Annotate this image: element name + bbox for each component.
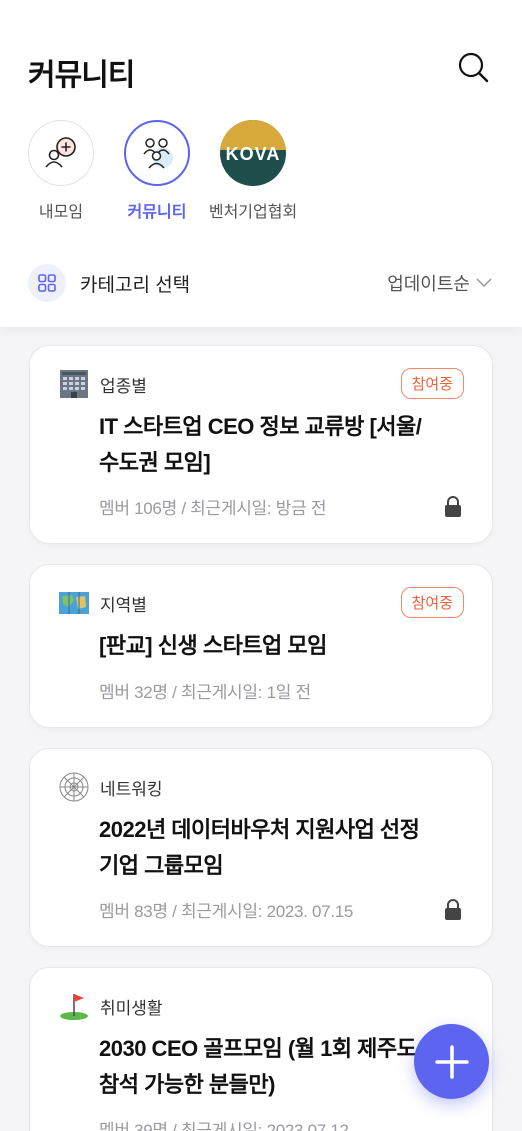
grid-icon <box>38 274 56 292</box>
status-badge: 참여중 <box>400 368 464 399</box>
tab-my-groups[interactable]: 내모임 <box>28 120 94 222</box>
card-title: 2030 CEO 골프모임 (월 1회 제주도 참석 가능한 분들만) <box>99 1036 417 1097</box>
add-community-button[interactable] <box>414 1024 489 1099</box>
card-meta: 멤버 106명 / 최근게시일: 방금 전 <box>99 499 327 518</box>
tab-community[interactable]: 커뮤니티 <box>124 120 190 222</box>
page-title: 커뮤니티 <box>28 59 135 92</box>
sort-dropdown[interactable]: 업데이트순 <box>387 270 492 296</box>
office-building-icon <box>60 370 88 398</box>
category-select-label: 카테고리 선택 <box>80 274 191 296</box>
lock-icon <box>445 899 461 920</box>
card-category: 네트워킹 <box>100 779 163 799</box>
card-meta: 멤버 83명 / 최근게시일: 2023. 07.15 <box>99 902 354 921</box>
card-title: IT 스타트업 CEO 정보 교류방 [서울/ 수도권 모임] <box>99 414 422 475</box>
category-select-button[interactable]: 카테고리 선택 <box>28 264 190 302</box>
card-meta: 멤버 32명 / 최근게시일: 1일 전 <box>99 683 311 702</box>
community-card[interactable]: 지역별 참여중 [판교] 신생 스타트업 모임 멤버 32명 / 최근게시일: … <box>29 564 493 728</box>
card-category: 업종별 <box>100 376 147 396</box>
category-tabs: 내모임 커뮤니티 KOVA 벤처기업협회 <box>28 120 297 222</box>
status-badge: 참여중 <box>400 587 464 618</box>
tab-community-label: 커뮤니티 <box>127 204 187 221</box>
golf-flag-icon <box>60 994 88 1020</box>
community-card[interactable]: 업종별 참여중 IT 스타트업 CEO 정보 교류방 [서울/ 수도권 모임] … <box>29 345 493 544</box>
card-title: 2022년 데이터바우처 지원사업 선정 기업 그룹모임 <box>99 817 420 878</box>
plus-icon <box>434 1044 469 1079</box>
card-category: 취미생활 <box>100 998 163 1018</box>
people-group-icon <box>143 138 173 169</box>
spider-web-icon <box>59 772 89 802</box>
card-meta: 멤버 39명 / 최근게시일: 2023.07.12 <box>99 1121 349 1131</box>
card-title: [판교] 신생 스타트업 모임 <box>99 633 327 658</box>
sort-label: 업데이트순 <box>387 274 470 294</box>
tab-kova[interactable]: KOVA 벤처기업협회 <box>209 120 297 222</box>
kova-logo-text: KOVA <box>225 144 281 164</box>
top-section: 커뮤니티 내모임 커뮤니티 KOVA 벤처기업협회 카테고리 선택 업데이트순 <box>0 0 522 327</box>
search-icon <box>458 52 489 83</box>
tab-kova-label: 벤처기업협회 <box>208 204 298 221</box>
community-list: 업종별 참여중 IT 스타트업 CEO 정보 교류방 [서울/ 수도권 모임] … <box>29 345 493 1131</box>
filter-bar: 카테고리 선택 업데이트순 <box>28 264 492 302</box>
community-card[interactable]: 네트워킹 2022년 데이터바우처 지원사업 선정 기업 그룹모임 멤버 83명… <box>29 748 493 947</box>
tab-my-groups-label: 내모임 <box>38 204 84 221</box>
chevron-down-icon <box>476 278 492 288</box>
map-icon <box>59 592 89 614</box>
card-category: 지역별 <box>100 595 147 615</box>
lock-icon <box>445 496 461 517</box>
chat-person-add-icon <box>45 137 76 168</box>
search-button[interactable] <box>456 50 492 86</box>
kova-logo: KOVA <box>220 120 286 186</box>
